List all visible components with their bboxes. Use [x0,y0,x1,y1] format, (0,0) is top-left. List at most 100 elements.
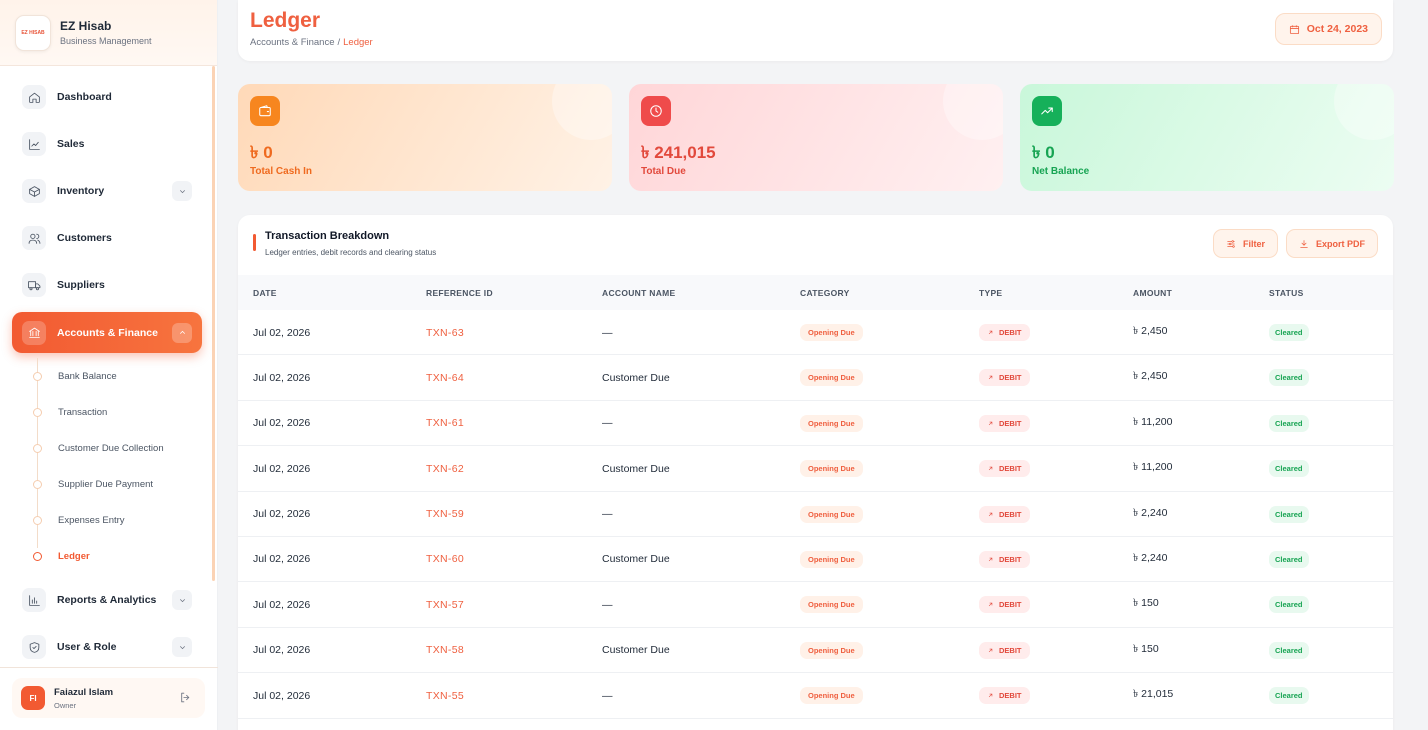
type-label: DEBIT [999,373,1022,383]
cell-type: DEBIT [979,628,1030,673]
cell-reference-id[interactable]: TXN-61 [426,401,464,446]
stat-value: ৳ 241,015 [641,143,716,162]
table-row[interactable]: Jul 02, 2026 TXN-63 — Opening Due DEBIT … [238,310,1393,356]
sidebar-item-dashboard[interactable]: Dashboard [12,77,202,117]
brand-logo[interactable]: EZ HISAB [15,14,51,51]
cell-account-name: — [602,598,613,611]
chevron-up-icon[interactable] [172,322,192,343]
column-header-type[interactable]: TYPE [979,288,1002,298]
table-row[interactable]: Jul 02, 2026 TXN-60 Customer Due Opening… [238,537,1393,583]
submenu-dot [33,515,42,525]
cell-reference-id[interactable]: TXN-63 [426,310,464,355]
status-badge: Cleared [1269,369,1309,387]
cell-reference-id[interactable]: TXN-57 [426,582,464,627]
category-badge: Opening Due [800,369,863,387]
table-row[interactable]: Jul 02, 2026 TXN-61 — Opening Due DEBIT … [238,401,1393,447]
submenu-dot [33,443,42,453]
submenu-item-transaction[interactable]: Transaction [12,394,202,430]
cell-type: DEBIT [979,673,1030,718]
cell-amount: ৳ 11,200 [1133,461,1173,474]
table-row[interactable]: Jul 02, 2026 TXN-55 — Opening Due DEBIT … [238,673,1393,719]
cell-reference-id[interactable]: TXN-59 [426,492,464,537]
chevron-down-icon[interactable] [172,181,192,201]
sidebar-item-suppliers[interactable]: Suppliers [12,265,202,305]
home-icon [22,85,46,109]
cell-category: Opening Due [800,628,863,673]
export-pdf-button[interactable]: Export PDF [1286,229,1379,258]
chart-line-icon [22,132,46,156]
type-label: DEBIT [999,464,1022,474]
cell-reference-id[interactable]: TXN-58 [426,628,464,673]
sidebar-item-reports-analytics[interactable]: Reports & Analytics [12,580,202,620]
sidebar-item-label: Accounts & Finance [57,326,158,339]
logout-icon[interactable] [179,691,193,705]
stat-label: Net Balance [1032,166,1090,177]
box-icon [22,179,46,203]
column-header-category[interactable]: CATEGORY [800,288,850,298]
column-header-amount[interactable]: AMOUNT [1133,288,1172,298]
date-picker-button[interactable]: Oct 24, 2023 [1274,13,1382,45]
submenu-label: Bank Balance [58,370,117,382]
submenu-item-ledger[interactable]: Ledger [12,538,202,574]
cell-reference-id[interactable]: TXN-62 [426,446,464,491]
cell-amount: ৳ 2,450 [1133,325,1168,337]
submenu-item-bank-balance[interactable]: Bank Balance [12,358,202,394]
cell-date: Jul 02, 2026 [253,326,311,339]
status-badge: Cleared [1269,460,1309,478]
cell-amount: ৳ 2,450 [1133,370,1168,383]
bar-chart-icon [22,588,46,612]
user-role: Owner [54,700,77,710]
user-card[interactable]: FI Faiazul Islam Owner [12,678,205,718]
panel-subtitle: Ledger entries, debit records and cleari… [265,248,437,257]
cell-date: Jul 02, 2026 [253,644,311,657]
chevron-down-icon[interactable] [172,637,192,657]
cell-category: Opening Due [800,401,863,446]
cell-category: Opening Due [800,446,863,491]
submenu-item-customer-due-collection[interactable]: Customer Due Collection [12,430,202,466]
sidebar-item-inventory[interactable]: Inventory [12,171,202,211]
filter-label: Filter [1243,238,1266,249]
table-row[interactable]: Jul 02, 2026 TXN-59 — Opening Due DEBIT … [238,492,1393,537]
truck-icon [22,273,46,297]
cell-reference-id[interactable]: TXN-55 [426,673,464,718]
table-row[interactable]: Jul 02, 2026 TXN-62 Customer Due Opening… [238,446,1393,492]
cell-account-name: — [602,508,613,521]
submenu-item-supplier-due-payment[interactable]: Supplier Due Payment [12,466,202,502]
cell-type: DEBIT [979,446,1030,491]
stat-value: ৳ 0 [250,143,273,162]
sidebar-item-accounts-finance[interactable]: Accounts & Finance [12,312,202,353]
decorative-circle [1334,84,1394,140]
decorative-circle [943,84,1003,140]
chevron-down-icon[interactable] [172,590,192,610]
column-header-account-name[interactable]: ACCOUNT NAME [602,288,675,298]
column-header-date[interactable]: DATE [253,288,277,298]
sidebar-item-user-role[interactable]: User & Role [12,627,202,667]
cell-amount: ৳ 11,200 [1133,415,1173,428]
cell-date: Jul 02, 2026 [253,553,311,566]
type-badge: DEBIT [979,369,1030,387]
cell-reference-id[interactable]: TXN-64 [426,355,464,400]
sidebar-item-label: Suppliers [57,279,105,291]
column-header-reference-id[interactable]: REFERENCE ID [426,288,493,298]
table-row[interactable]: Jul 02, 2026 TXN-57 — Opening Due DEBIT … [238,582,1393,628]
type-label: DEBIT [999,600,1022,610]
sidebar-scrollbar[interactable] [212,66,215,581]
sidebar-item-customers[interactable]: Customers [12,218,202,258]
breadcrumb-current: Ledger [343,37,373,48]
breadcrumb-parent[interactable]: Accounts & Finance [250,37,335,48]
brand-logo-text: EZ HISAB [21,29,45,36]
sidebar-item-sales[interactable]: Sales [12,124,202,164]
filter-button[interactable]: Filter [1213,229,1279,258]
bank-icon [22,320,46,345]
submenu-item-expenses-entry[interactable]: Expenses Entry [12,502,202,538]
table-row[interactable]: Jul 02, 2026 TXN-64 Customer Due Opening… [238,355,1393,401]
page-header: Ledger Accounts & Finance / Ledger Oct 24,… [238,0,1393,61]
table-row[interactable]: Jul 02, 2026 TXN-58 Customer Due Opening… [238,628,1393,674]
cell-reference-id[interactable]: TXN-60 [426,537,464,582]
status-badge: Cleared [1269,414,1309,432]
submenu-label: Expenses Entry [58,514,125,526]
column-header-status[interactable]: STATUS [1269,288,1304,298]
date-label: Oct 24, 2023 [1306,23,1368,35]
cell-amount: ৳ 150 [1133,642,1159,655]
cell-status: Cleared [1269,401,1309,446]
